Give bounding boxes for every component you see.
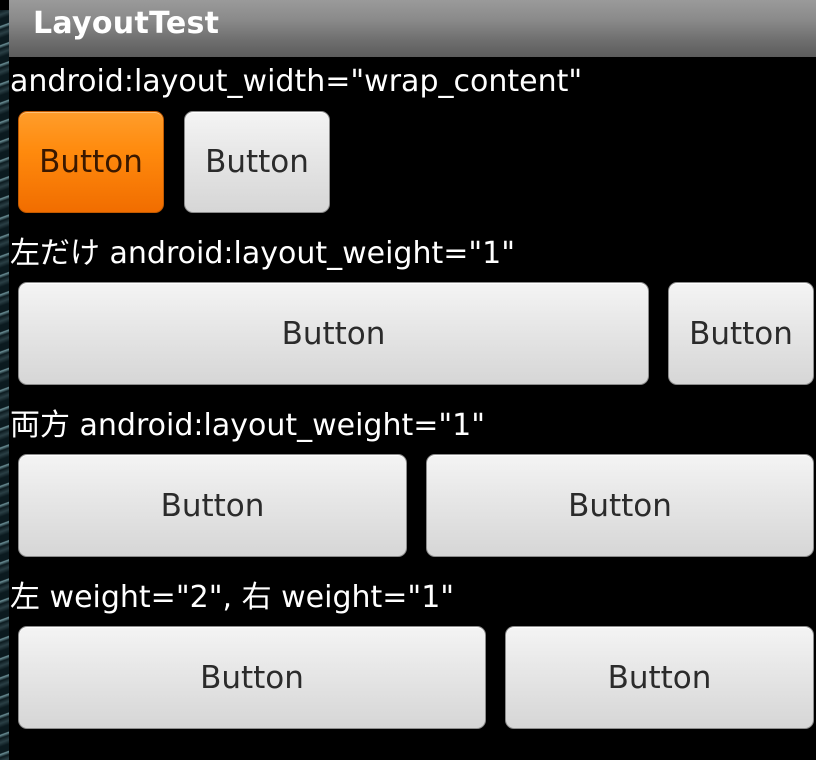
left-weight-right-button[interactable]: Button bbox=[668, 282, 814, 385]
left-weight-left-button[interactable]: Button bbox=[18, 282, 649, 385]
caption-wrap-content: android:layout_width="wrap_content" bbox=[10, 64, 583, 99]
caption-weight-2-1: 左 weight="2", 右 weight="1" bbox=[10, 580, 455, 615]
weight-2-left-button[interactable]: Button bbox=[18, 626, 486, 729]
caption-both-weight: 両方 android:layout_weight="1" bbox=[10, 408, 486, 443]
both-weight-left-button[interactable]: Button bbox=[18, 454, 407, 557]
wallpaper-edge bbox=[0, 0, 9, 760]
wrap-left-button[interactable]: Button bbox=[18, 111, 164, 213]
wrap-right-button[interactable]: Button bbox=[184, 111, 330, 213]
app-title: LayoutTest bbox=[33, 6, 220, 41]
app-screen: LayoutTest android:layout_width="wrap_co… bbox=[0, 0, 816, 760]
weight-1-right-button[interactable]: Button bbox=[505, 626, 814, 729]
caption-left-weight: 左だけ android:layout_weight="1" bbox=[10, 236, 516, 271]
both-weight-right-button[interactable]: Button bbox=[426, 454, 814, 557]
title-bar: LayoutTest bbox=[9, 0, 816, 57]
